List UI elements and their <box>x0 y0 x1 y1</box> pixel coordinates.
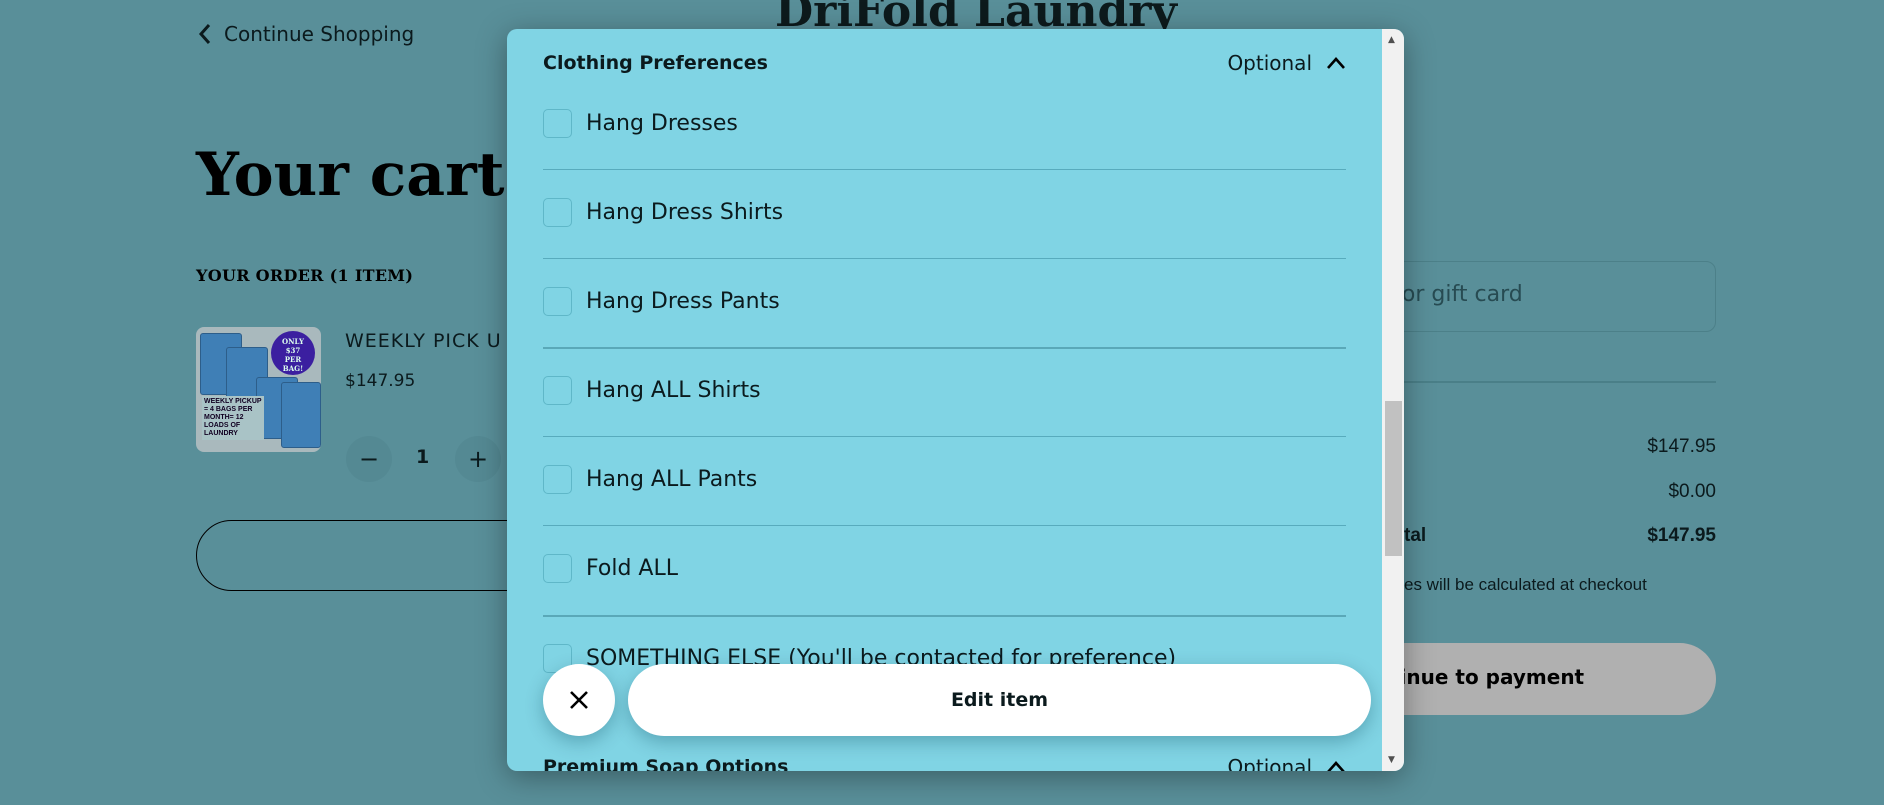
plus-icon: + <box>467 445 489 473</box>
checkbox[interactable] <box>543 287 572 316</box>
section-header-clothing[interactable]: Clothing Preferences Optional <box>543 51 1346 75</box>
scrollbar[interactable]: ▲ ▼ <box>1382 29 1404 771</box>
edit-item-modal: Clothing Preferences Optional Hang Dress… <box>507 29 1404 771</box>
divider <box>543 525 1346 526</box>
product-price: $147.95 <box>345 371 416 391</box>
close-icon <box>570 691 588 709</box>
total-value: $147.95 <box>1647 525 1716 546</box>
option-label: Hang ALL Pants <box>586 467 758 492</box>
subtotal-value: $147.95 <box>1647 436 1716 457</box>
scroll-up-arrow-icon[interactable]: ▲ <box>1388 35 1395 45</box>
option-fold-all[interactable]: Fold ALL <box>543 554 678 583</box>
option-label: Fold ALL <box>586 556 678 581</box>
order-heading: YOUR ORDER (1 ITEM) <box>196 266 414 285</box>
chevron-left-icon <box>198 24 211 44</box>
continue-shopping-link[interactable]: Continue Shopping <box>198 22 414 46</box>
divider <box>543 258 1346 259</box>
checkbox[interactable] <box>543 109 572 138</box>
checkbox[interactable] <box>543 376 572 405</box>
shipping-value: $0.00 <box>1668 481 1716 502</box>
option-hang-all-shirts[interactable]: Hang ALL Shirts <box>543 376 761 405</box>
divider <box>543 615 1346 617</box>
divider <box>543 169 1346 170</box>
chevron-up-icon <box>1327 761 1345 771</box>
page-title: Your cart <box>196 140 505 210</box>
price-badge: ONLY $37 PER BAG! <box>271 331 315 375</box>
option-label: Hang Dresses <box>586 111 738 136</box>
checkbox[interactable] <box>543 465 572 494</box>
scroll-down-arrow-icon[interactable]: ▼ <box>1388 755 1395 765</box>
section-title: Premium Soap Options <box>543 756 789 771</box>
decrease-quantity-button[interactable]: − <box>346 436 392 482</box>
option-hang-dress-pants[interactable]: Hang Dress Pants <box>543 287 780 316</box>
section-header-soap[interactable]: Premium Soap Options Optional <box>543 755 1346 771</box>
option-label: Hang Dress Shirts <box>586 200 784 225</box>
quantity-value: 1 <box>416 446 430 468</box>
option-label: Hang ALL Shirts <box>586 378 761 403</box>
optional-label: Optional <box>1227 51 1312 75</box>
divider <box>543 347 1346 349</box>
checkbox[interactable] <box>543 554 572 583</box>
option-hang-dresses[interactable]: Hang Dresses <box>543 109 738 138</box>
option-label: Hang Dress Pants <box>586 289 780 314</box>
scrollbar-thumb[interactable] <box>1385 401 1402 556</box>
edit-item-button[interactable]: Edit item <box>628 664 1371 736</box>
minus-icon: − <box>358 445 380 473</box>
option-hang-all-pants[interactable]: Hang ALL Pants <box>543 465 757 494</box>
product-image[interactable]: ONLY $37 PER BAG! WEEKLY PICKUP = 4 BAGS PE… <box>196 327 321 452</box>
option-hang-dress-shirts[interactable]: Hang Dress Shirts <box>543 198 783 227</box>
image-caption: WEEKLY PICKUP = 4 BAGS PER MONTH= 12 LOA… <box>202 396 264 440</box>
payment-label: tinue to payment <box>1390 665 1585 689</box>
close-button[interactable] <box>543 664 615 736</box>
optional-label: Optional <box>1227 755 1312 771</box>
section-title: Clothing Preferences <box>543 52 768 74</box>
increase-quantity-button[interactable]: + <box>455 436 501 482</box>
product-name[interactable]: WEEKLY PICK U <box>345 330 502 352</box>
checkbox[interactable] <box>543 198 572 227</box>
divider <box>543 436 1346 437</box>
tax-note: es will be calculated at checkout <box>1404 575 1647 594</box>
continue-shopping-label: Continue Shopping <box>224 22 415 46</box>
chevron-up-icon <box>1327 57 1345 69</box>
